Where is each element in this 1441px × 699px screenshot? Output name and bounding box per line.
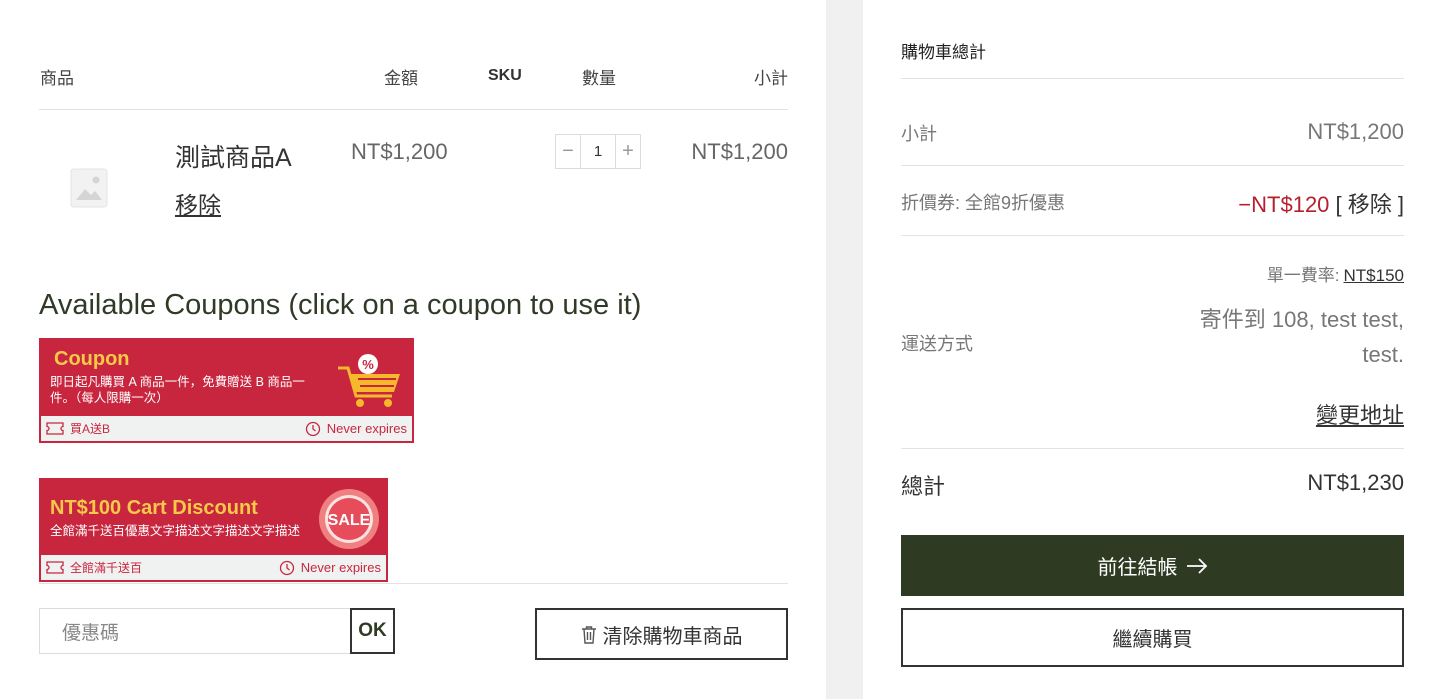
- cart-totals-title: 購物車總計: [901, 43, 986, 62]
- header-subtotal: 小計: [754, 69, 788, 88]
- apply-coupon-button[interactable]: OK: [350, 608, 395, 654]
- shipping-rate: 單一費率: NT$150: [1267, 261, 1404, 286]
- continue-shopping-button[interactable]: 繼續購買: [901, 608, 1404, 667]
- coupon-expiry: Never expires: [326, 421, 407, 436]
- shipping-label: 運送方式: [901, 334, 973, 354]
- actions-divider: [39, 583, 788, 584]
- product-subtotal: NT$1,200: [691, 139, 788, 164]
- remove-coupon-link[interactable]: [ 移除 ]: [1336, 192, 1404, 217]
- quantity-stepper: − 1 +: [555, 134, 641, 169]
- header-divider: [39, 109, 788, 110]
- coupon-discount-value: −NT$120: [1238, 192, 1330, 217]
- clear-cart-label: 清除購物車商品: [602, 625, 743, 648]
- header-quantity: 數量: [582, 69, 616, 88]
- coupon-code: 全館滿千送百: [70, 561, 143, 575]
- coupon-card[interactable]: NT$100 Cart Discount 全館滿千送百優惠文字描述文字描述文字描…: [39, 478, 388, 582]
- totals-divider: [901, 165, 1404, 166]
- coupon-title: NT$100 Cart Discount: [50, 497, 258, 519]
- cart-panel: 商品 金額 SKU 數量 小計 測試商品A 移除 NT$1,200 − 1 + …: [0, 0, 826, 699]
- shipping-rate-value[interactable]: NT$150: [1344, 266, 1404, 285]
- available-coupons-heading: Available Coupons (click on a coupon to …: [39, 289, 642, 321]
- clock-icon: [305, 421, 320, 436]
- header-price: 金額: [384, 69, 418, 88]
- increase-quantity-button[interactable]: +: [616, 135, 640, 168]
- ticket-icon: [46, 561, 64, 574]
- clock-icon: [279, 560, 294, 575]
- decrease-quantity-button[interactable]: −: [556, 135, 580, 168]
- coupon-badge: SALE: [328, 512, 371, 529]
- total-value: NT$1,230: [1307, 470, 1404, 495]
- coupon-title: Coupon: [54, 348, 130, 370]
- change-address-link[interactable]: 變更地址: [1316, 398, 1404, 430]
- shipping-address: 寄件到 108, test test, test.: [1199, 307, 1404, 367]
- coupon-description: 全館滿千送百優惠文字描述文字描述文字描述: [50, 524, 301, 538]
- product-price: NT$1,200: [351, 139, 448, 164]
- product-placeholder-image[interactable]: [70, 168, 108, 208]
- header-product: 商品: [40, 69, 74, 88]
- shopping-cart-icon: %: [338, 354, 400, 407]
- coupon-applied-row: −NT$120 [ 移除 ]: [1238, 187, 1404, 219]
- coupon-description: 即日起凡購買 A 商品一件，免費贈送 B 商品一件。（每人限購一次）: [50, 375, 305, 405]
- sale-badge-icon: SALE: [319, 489, 379, 549]
- header-sku: SKU: [488, 67, 522, 84]
- coupon-expiry: Never expires: [300, 560, 381, 575]
- subtotal-value: NT$1,200: [1307, 119, 1404, 144]
- totals-divider: [901, 235, 1404, 236]
- arrow-right-icon: [1186, 557, 1207, 574]
- quantity-input[interactable]: 1: [580, 135, 616, 168]
- ticket-icon: [46, 422, 64, 435]
- clear-cart-button[interactable]: 清除購物車商品: [535, 608, 788, 660]
- totals-divider: [901, 448, 1404, 449]
- remove-item-link[interactable]: 移除: [175, 186, 221, 220]
- subtotal-label: 小計: [901, 124, 937, 144]
- cart-totals-panel: 購物車總計 小計 NT$1,200 折價券: 全館9折優惠 −NT$120 [ …: [863, 0, 1441, 699]
- coupon-badge: %: [362, 357, 374, 372]
- shipping-rate-label: 單一費率:: [1266, 266, 1340, 285]
- coupon-code-input[interactable]: 優惠碼: [39, 608, 351, 654]
- coupon-applied-label: 折價券: 全館9折優惠: [901, 193, 1066, 213]
- totals-divider: [901, 78, 1404, 79]
- coupon-code: 買A送B: [70, 422, 111, 436]
- checkout-label: 前往結帳: [1097, 557, 1178, 579]
- proceed-to-checkout-button[interactable]: 前往結帳: [901, 535, 1404, 596]
- trash-icon: [581, 625, 596, 644]
- product-name[interactable]: 測試商品A: [175, 138, 292, 174]
- total-label: 總計: [901, 474, 946, 499]
- coupon-card[interactable]: Coupon 即日起凡購買 A 商品一件，免費贈送 B 商品一件。（每人限購一次…: [39, 338, 414, 443]
